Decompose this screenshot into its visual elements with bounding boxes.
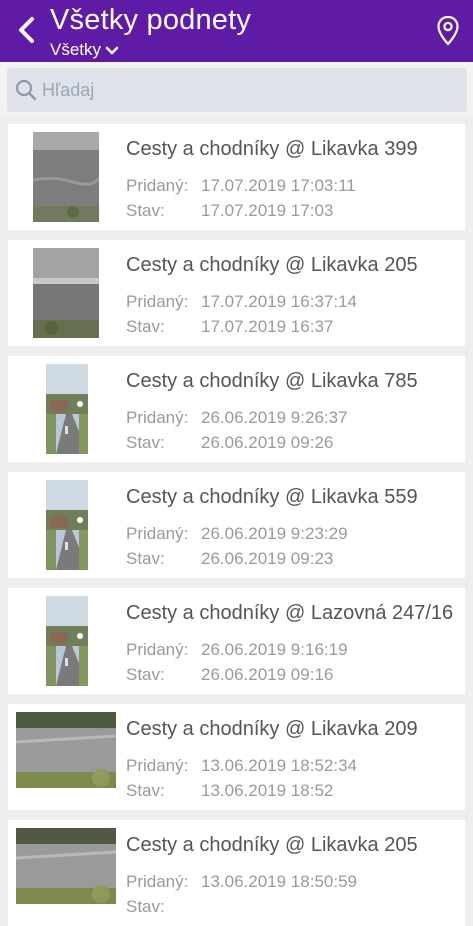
added-value: 26.06.2019 9:16:19 bbox=[201, 640, 348, 659]
status-value: 13.06.2019 18:52 bbox=[201, 781, 334, 800]
status-label: Stav: bbox=[126, 781, 165, 800]
status-label: Stav: bbox=[126, 897, 165, 916]
issue-photo bbox=[46, 596, 88, 686]
app-bar: Všetky podnety Všetky bbox=[0, 0, 473, 62]
filter-label: Všetky bbox=[50, 40, 102, 59]
added-value: 13.06.2019 18:50:59 bbox=[201, 872, 357, 891]
status-label: Stav: bbox=[126, 433, 165, 452]
added-label: Pridaný: bbox=[126, 292, 189, 311]
added-row: Pridaný: 17.07.2019 16:37:14 bbox=[126, 292, 357, 312]
search-bar bbox=[0, 62, 473, 118]
location-pin-icon bbox=[437, 15, 459, 46]
chevron-down-icon bbox=[105, 46, 119, 54]
search-icon bbox=[15, 79, 37, 101]
issue-title: Cesty a chodníky @ Likavka 399 bbox=[126, 138, 418, 160]
status-value: 17.07.2019 17:03 bbox=[201, 201, 334, 220]
added-label: Pridaný: bbox=[126, 524, 189, 543]
status-value: 26.06.2019 09:26 bbox=[201, 433, 334, 452]
back-button[interactable] bbox=[10, 12, 42, 48]
added-row: Pridaný: 13.06.2019 18:52:34 bbox=[126, 756, 357, 776]
list-item[interactable]: Cesty a chodníky @ Lazovná 247/16 Pridaný… bbox=[8, 588, 465, 694]
map-button[interactable] bbox=[435, 14, 461, 48]
added-value: 26.06.2019 9:23:29 bbox=[201, 524, 348, 543]
status-row: Stav: 17.07.2019 16:37 bbox=[126, 317, 333, 337]
issue-photo bbox=[33, 132, 99, 222]
list-item[interactable]: Cesty a chodníky @ Likavka 785 Pridaný: 26… bbox=[8, 356, 465, 462]
page-title: Všetky podnety bbox=[50, 4, 252, 36]
issue-title: Cesty a chodníky @ Likavka 205 bbox=[126, 834, 418, 856]
issue-photo bbox=[16, 828, 116, 904]
added-label: Pridaný: bbox=[126, 176, 189, 195]
issue-photo bbox=[33, 248, 99, 338]
issue-title: Cesty a chodníky @ Likavka 209 bbox=[126, 718, 418, 740]
list-item[interactable]: Cesty a chodníky @ Likavka 399 Pridaný: 17… bbox=[8, 124, 465, 230]
issue-photo bbox=[46, 480, 88, 570]
issue-title: Cesty a chodníky @ Likavka 205 bbox=[126, 254, 418, 276]
issue-title: Cesty a chodníky @ Lazovná 247/16 bbox=[126, 602, 454, 624]
issue-title: Cesty a chodníky @ Likavka 785 bbox=[126, 370, 418, 392]
added-value: 17.07.2019 17:03:11 bbox=[201, 176, 356, 195]
list-item[interactable]: Cesty a chodníky @ Likavka 205 Pridaný: 17… bbox=[8, 240, 465, 346]
added-value: 17.07.2019 16:37:14 bbox=[201, 292, 357, 311]
status-value: 26.06.2019 09:16 bbox=[201, 665, 334, 684]
status-row: Stav: 13.06.2019 18:52 bbox=[126, 781, 333, 801]
status-label: Stav: bbox=[126, 317, 165, 336]
added-row: Pridaný: 17.07.2019 17:03:11 bbox=[126, 176, 356, 196]
list-item[interactable]: Cesty a chodníky @ Likavka 559 Pridaný: 26… bbox=[8, 472, 465, 578]
added-label: Pridaný: bbox=[126, 872, 189, 891]
status-label: Stav: bbox=[126, 201, 165, 220]
added-row: Pridaný: 26.06.2019 9:23:29 bbox=[126, 524, 348, 544]
issue-photo bbox=[46, 364, 88, 454]
search-input[interactable] bbox=[42, 79, 442, 101]
added-row: Pridaný: 26.06.2019 9:26:37 bbox=[126, 408, 348, 428]
status-row: Stav: 26.06.2019 09:26 bbox=[126, 433, 333, 453]
status-row: Stav: 17.07.2019 17:03 bbox=[126, 201, 333, 221]
status-label: Stav: bbox=[126, 665, 165, 684]
issue-title: Cesty a chodníky @ Likavka 559 bbox=[126, 486, 418, 508]
chevron-left-icon bbox=[19, 17, 34, 43]
list-item[interactable]: Cesty a chodníky @ Likavka 205 Pridaný: 13… bbox=[8, 820, 465, 926]
list-item[interactable]: Cesty a chodníky @ Likavka 209 Pridaný: 13… bbox=[8, 704, 465, 810]
search-box[interactable] bbox=[7, 68, 467, 112]
status-row: Stav: 26.06.2019 09:23 bbox=[126, 549, 333, 569]
issue-photo bbox=[16, 712, 116, 788]
status-value: 17.07.2019 16:37 bbox=[201, 317, 334, 336]
added-label: Pridaný: bbox=[126, 756, 189, 775]
status-value: 26.06.2019 09:23 bbox=[201, 549, 334, 568]
added-value: 13.06.2019 18:52:34 bbox=[201, 756, 357, 775]
status-row: Stav: 26.06.2019 09:16 bbox=[126, 665, 333, 685]
added-label: Pridaný: bbox=[126, 408, 189, 427]
added-value: 26.06.2019 9:26:37 bbox=[201, 408, 348, 427]
added-row: Pridaný: 26.06.2019 9:16:19 bbox=[126, 640, 348, 660]
filter-dropdown[interactable]: Všetky bbox=[50, 40, 119, 60]
status-row: Stav: bbox=[126, 897, 201, 917]
status-label: Stav: bbox=[126, 549, 165, 568]
added-label: Pridaný: bbox=[126, 640, 189, 659]
added-row: Pridaný: 13.06.2019 18:50:59 bbox=[126, 872, 357, 892]
